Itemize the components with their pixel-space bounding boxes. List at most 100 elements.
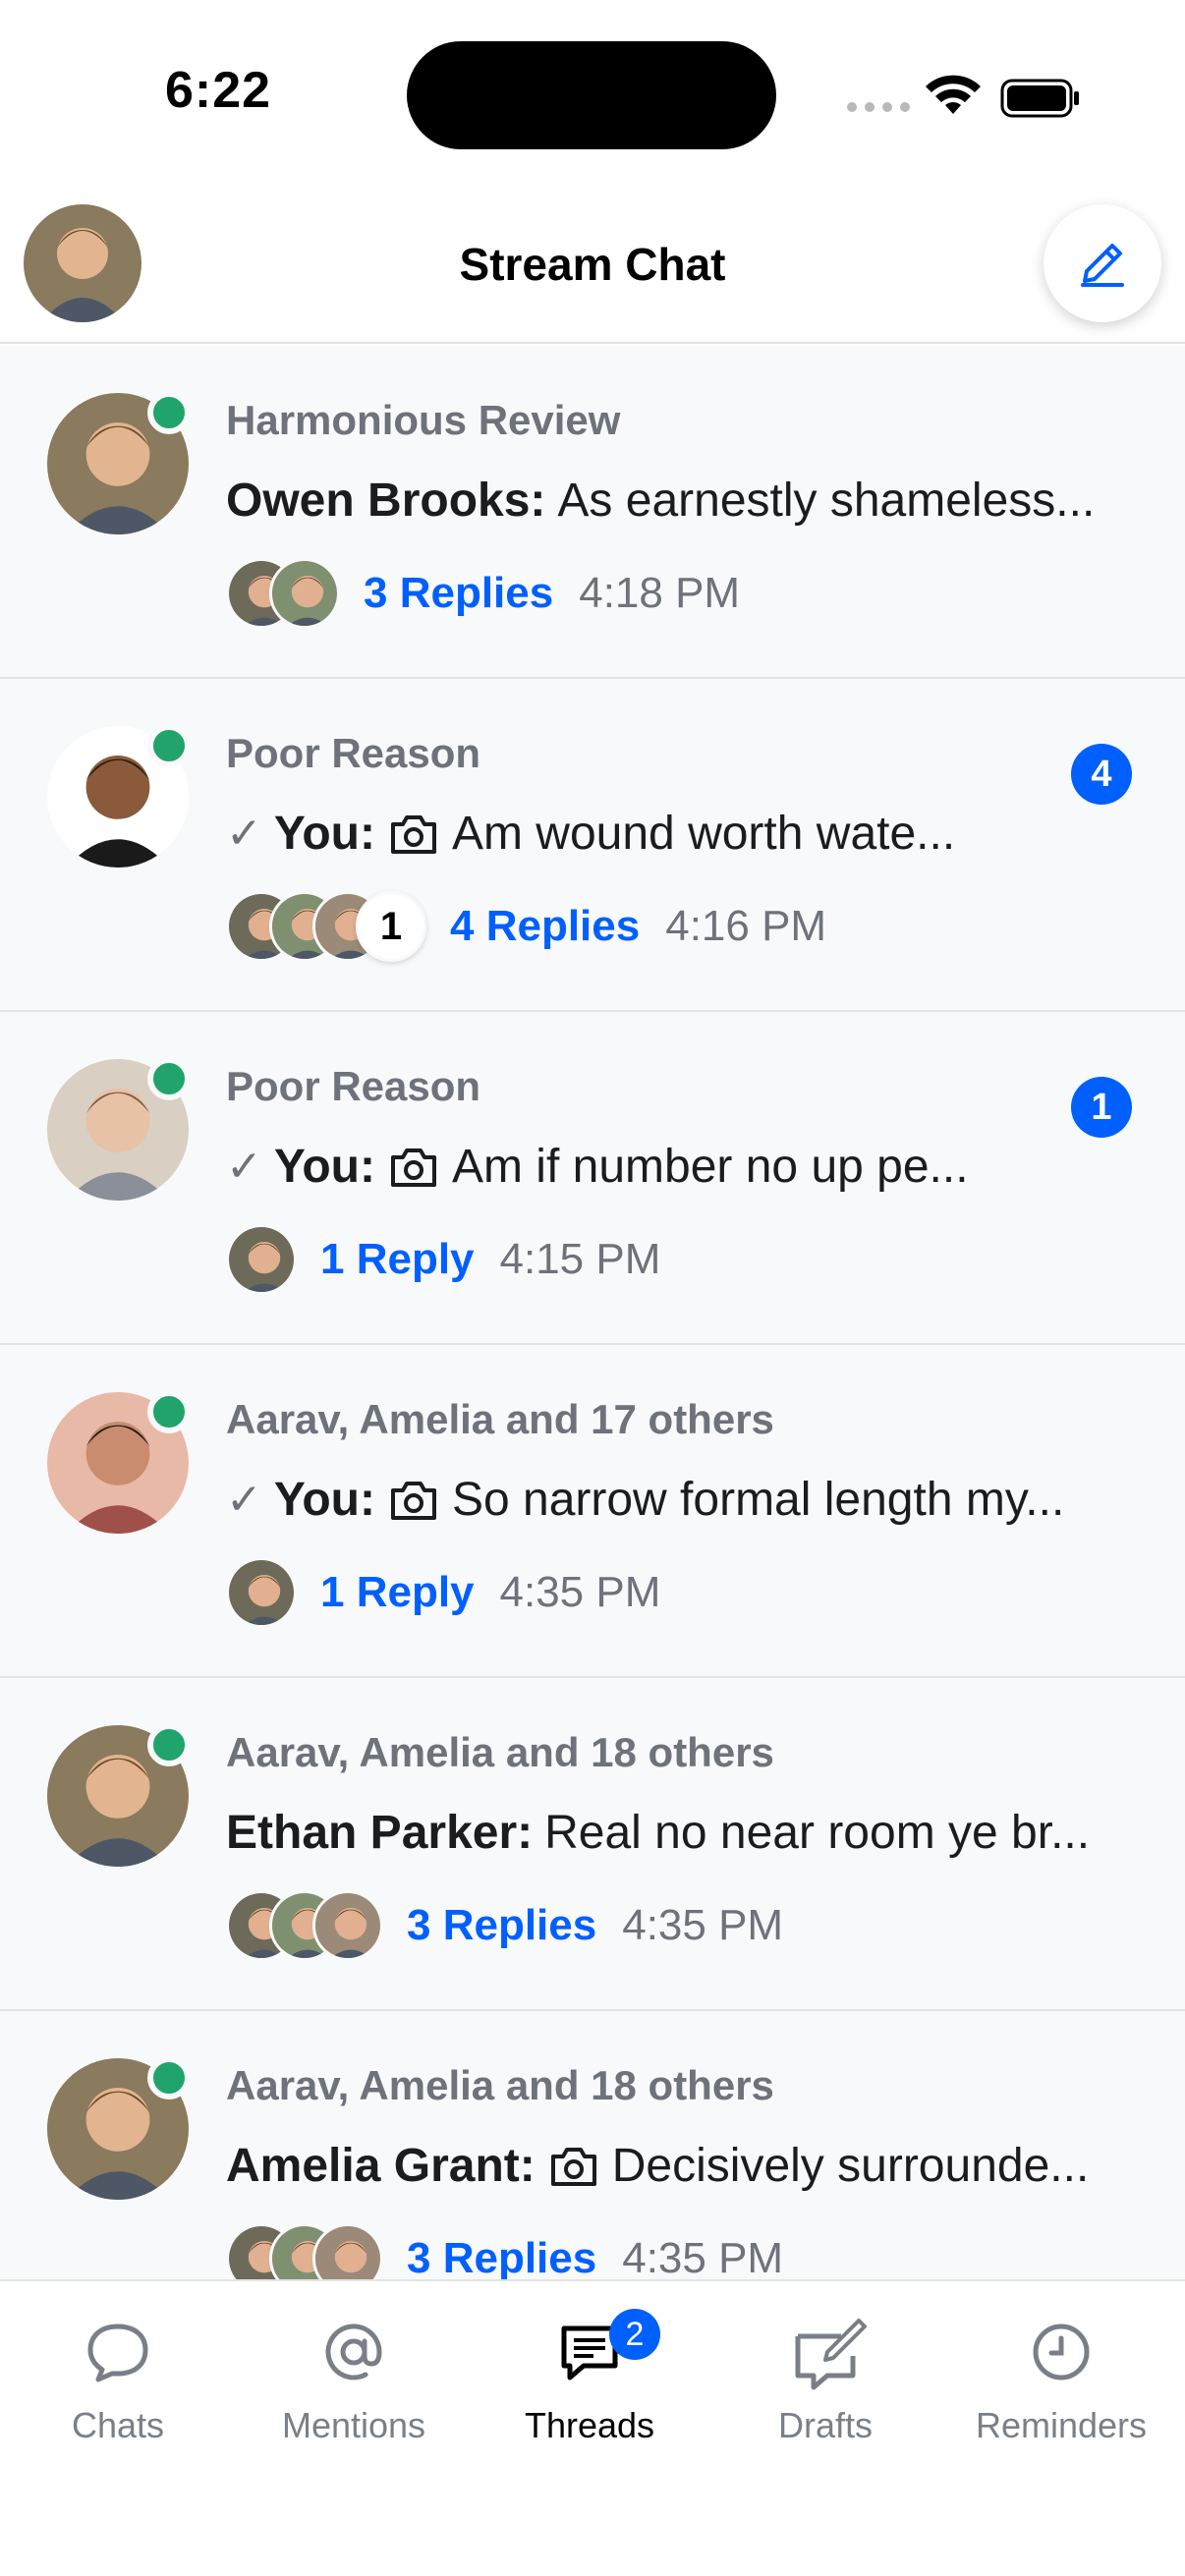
battery-icon [1000,79,1079,118]
message-sender: You: [273,1474,375,1526]
thread-row[interactable]: Harmonious Review Owen Brooks: As earnestl… [0,346,1185,679]
reply-time: 4:35 PM [499,1568,661,1616]
participant-avatar [226,1557,297,1628]
unread-badge: 1 [1071,1077,1132,1138]
message-sender: Owen Brooks: [226,475,546,527]
camera-icon [550,2147,596,2186]
reply-count[interactable]: 1 Reply [320,1568,475,1617]
last-message: ✓ You: So narrow formal length my... [226,1473,1130,1527]
participant-avatars [226,558,340,629]
tab-mentions[interactable]: Mentions [236,2317,472,2446]
status-time: 6:22 [165,62,272,119]
participant-avatar [269,558,340,629]
thread-meta: 1 Reply 4:15 PM [226,1222,660,1297]
status-bar: 6:22 [0,0,1185,187]
wifi-icon [926,75,981,114]
thread-meta: 1 Reply 4:35 PM [226,1555,660,1630]
online-indicator [147,1057,191,1100]
online-indicator [147,1723,191,1766]
message-sender: You: [273,808,375,860]
channel-avatar [47,724,191,868]
message-text: As earnestly shameless... [557,475,1096,527]
thread-row[interactable]: Poor Reason ✓ You: Am wound worth wate... 1 4… [0,679,1185,1012]
participant-avatars [226,1890,383,1961]
participant-avatar [312,1890,383,1961]
channel-avatar [47,391,191,534]
thread-meta: 1 4 Replies 4:16 PM [226,889,826,964]
thread-row[interactable]: Aarav, Amelia and 17 others ✓ You: So narro… [0,1345,1185,1678]
reply-time: 4:18 PM [579,569,741,617]
channel-name: Poor Reason [226,1063,481,1109]
checkmark-icon: ✓ [226,810,262,858]
online-indicator [147,724,191,767]
message-text: Am if number no up pe... [451,1141,969,1193]
thread-list[interactable]: Harmonious Review Owen Brooks: As earnestl… [0,346,1185,2279]
threads-icon: 2 [554,2309,660,2387]
checkmark-icon: ✓ [226,1143,262,1191]
checkmark-icon: ✓ [226,1476,262,1524]
reply-time: 4:35 PM [622,2234,784,2279]
tab-label: Chats [71,2405,165,2445]
thread-row[interactable]: Aarav, Amelia and 18 others Ethan Parker:… [0,1678,1185,2011]
tab-threads[interactable]: 2 Threads [472,2309,707,2446]
message-sender: Ethan Parker: [226,1807,534,1859]
tab-label: Drafts [777,2405,873,2445]
channel-name: Aarav, Amelia and 17 others [226,1396,774,1442]
participant-avatar [312,2223,383,2279]
reply-count[interactable]: 1 Reply [320,1235,475,1284]
participant-avatars [226,2223,383,2279]
participant-avatars [226,1557,297,1628]
online-indicator [147,391,191,434]
clock-icon [1026,2317,1097,2387]
last-message: ✓ You: Am wound worth wate... [226,807,1130,861]
reply-time: 4:35 PM [622,1901,784,1949]
at-sign-icon [318,2317,389,2387]
tab-label: Reminders [975,2405,1148,2445]
message-text: So narrow formal length my... [451,1474,1065,1526]
thread-row[interactable]: Aarav, Amelia and 18 others Amelia Grant:… [0,2011,1185,2279]
online-indicator [147,1390,191,1433]
channel-name: Aarav, Amelia and 18 others [226,1729,774,1775]
participant-avatars: 1 [226,891,426,962]
thread-row[interactable]: Poor Reason ✓ You: Am if number no up pe...… [0,1012,1185,1345]
last-message: ✓ You: Am if number no up pe... [226,1140,1130,1194]
camera-icon [390,1148,436,1187]
message-sender: You: [273,1141,375,1193]
channel-avatar [47,1057,191,1201]
channel-avatar [47,1390,191,1534]
camera-icon [390,1481,436,1520]
message-text: Real no near room ye br... [544,1807,1091,1859]
compose-button[interactable] [1044,204,1161,322]
reply-count[interactable]: 4 Replies [450,902,640,951]
message-text: Am wound worth wate... [451,808,956,860]
reply-time: 4:16 PM [665,902,827,950]
draft-icon [790,2317,867,2390]
chat-bubble-icon [83,2317,153,2387]
online-indicator [147,2056,191,2100]
cellular-signal-icon [847,102,910,112]
participant-avatar [226,1224,297,1295]
tab-label: Mentions [281,2405,426,2445]
dynamic-island [407,41,776,149]
message-sender: Amelia Grant: [226,2140,536,2192]
page-title: Stream Chat [459,239,726,290]
last-message: Amelia Grant: Decisively surrounde... [226,2139,1130,2193]
reply-count[interactable]: 3 Replies [407,2234,596,2279]
tab-chats[interactable]: Chats [0,2317,236,2446]
unread-badge: 4 [1071,744,1132,805]
reply-count[interactable]: 3 Replies [364,569,553,618]
channel-avatar [47,2056,191,2200]
participant-avatars [226,1224,297,1295]
reply-count[interactable]: 3 Replies [407,1901,596,1950]
tab-reminders[interactable]: Reminders [943,2317,1179,2446]
tab-drafts[interactable]: Drafts [707,2317,943,2446]
channel-name: Harmonious Review [226,397,621,443]
channel-name: Poor Reason [226,730,481,776]
tab-label: Threads [524,2405,655,2445]
participant-overflow-count: 1 [356,891,426,962]
channel-name: Aarav, Amelia and 18 others [226,2062,774,2108]
app-header: Stream Chat [0,187,1185,344]
thread-meta: 3 Replies 4:18 PM [226,556,740,631]
last-message: Owen Brooks: As earnestly shameless... [226,474,1130,528]
reply-time: 4:15 PM [499,1235,661,1283]
